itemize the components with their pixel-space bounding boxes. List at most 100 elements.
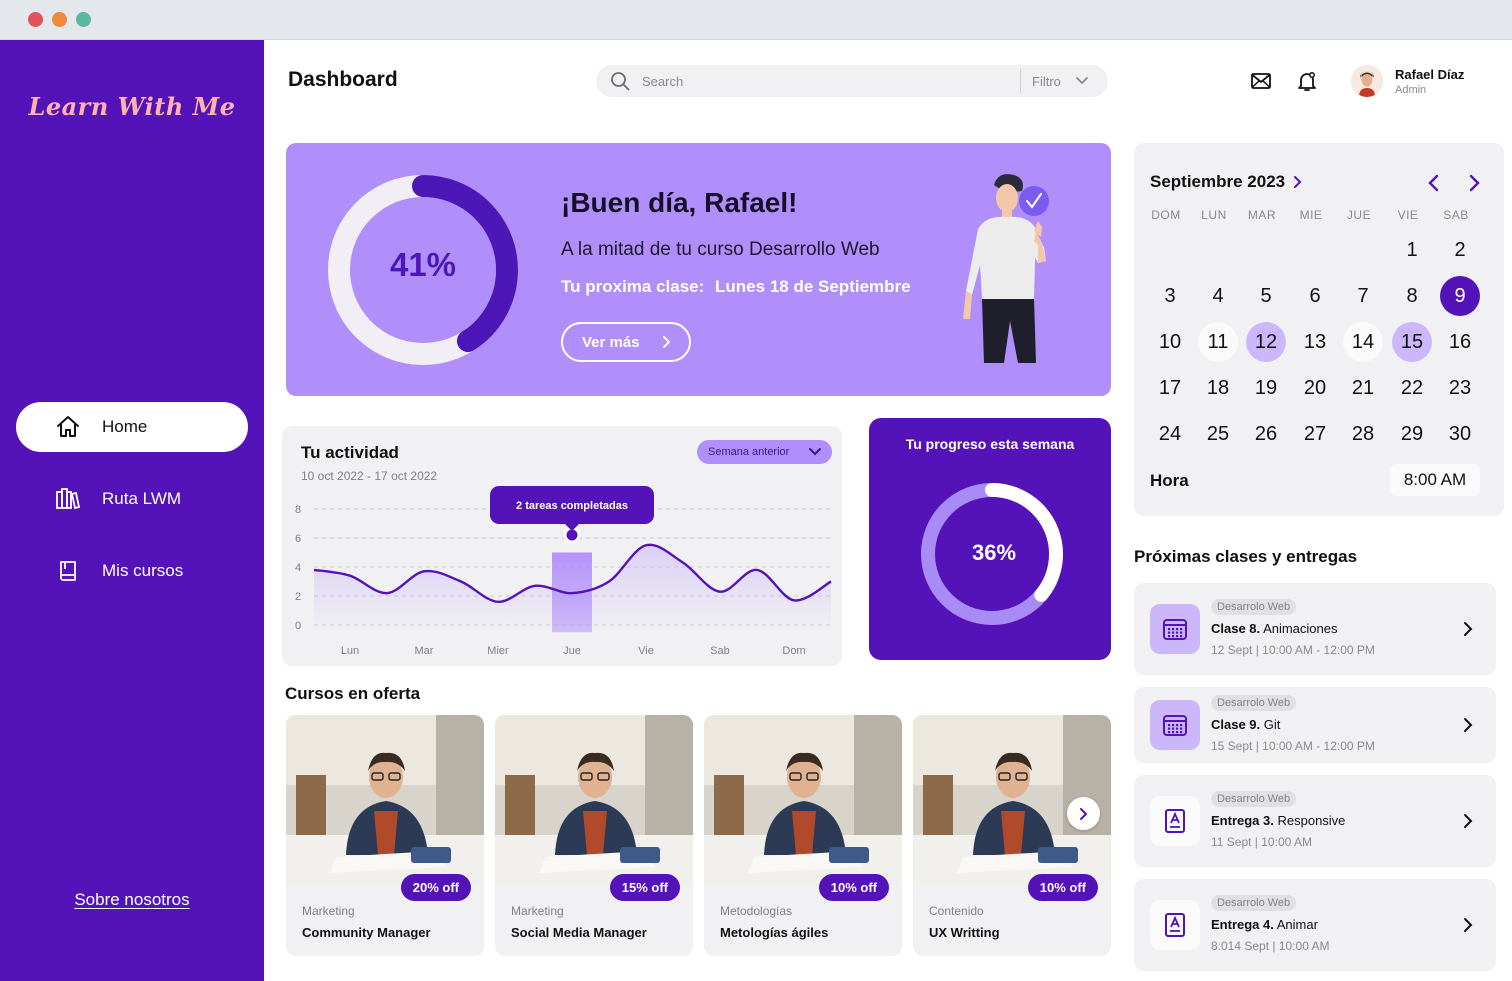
calendar-day[interactable]: 20	[1295, 368, 1335, 408]
weekday-header: VIE	[1397, 208, 1419, 222]
search-input[interactable]	[642, 65, 1012, 97]
upcoming-item[interactable]: Desarrolo Web Clase 8. Animaciones 12 Sept…	[1134, 583, 1496, 675]
filter-label: Filtro	[1032, 73, 1061, 89]
carousel-next-button[interactable]	[1067, 797, 1100, 830]
window-titlebar	[0, 0, 1512, 40]
calendar-day[interactable]: 28	[1343, 414, 1383, 454]
calendar-day[interactable]: 21	[1343, 368, 1383, 408]
x-tick-label: Mier	[487, 645, 509, 657]
calendar-day[interactable]: 17	[1150, 368, 1190, 408]
time-label: Hora	[1150, 471, 1189, 490]
highlight-point[interactable]	[566, 529, 578, 541]
calendar-day[interactable]: 15	[1392, 322, 1432, 362]
courses-section-title: Cursos en oferta	[285, 684, 421, 703]
calendar-prev-icon[interactable]	[1422, 171, 1446, 195]
upcoming-item-name: Entrega 3. Responsive	[1211, 813, 1345, 828]
filter-dropdown[interactable]: Filtro	[1032, 65, 1089, 97]
weekday-header: JUE	[1346, 208, 1372, 222]
calendar-day[interactable]: 11	[1198, 322, 1238, 362]
next-class-label: Tu proxima clase:	[561, 277, 705, 296]
avatar[interactable]	[1351, 65, 1383, 97]
upcoming-item[interactable]: Desarrolo Web Entrega 4. Animar 8:014 Sept…	[1134, 879, 1496, 971]
x-tick-label: Lun	[341, 645, 359, 657]
course-card[interactable]: 10% off Metodologías Metologías ágiles	[704, 715, 902, 956]
calendar-day[interactable]: 9	[1440, 276, 1480, 316]
calendar-icon	[1150, 700, 1200, 750]
calendar-next-icon[interactable]	[1462, 171, 1486, 195]
chevron-right-icon	[1464, 622, 1473, 636]
calendar-day[interactable]: 1	[1392, 230, 1432, 270]
calendar-month-label: Septiembre 2023	[1150, 172, 1286, 191]
calendar-day[interactable]: 27	[1295, 414, 1335, 454]
course-card[interactable]: 20% off Marketing Community Manager	[286, 715, 484, 956]
calendar-day[interactable]: 22	[1392, 368, 1432, 408]
sidebar-item-home[interactable]: Home	[16, 402, 248, 452]
course-card[interactable]: 10% off Contenido UX Writting	[913, 715, 1111, 956]
course-image	[495, 715, 693, 885]
maximize-window-button[interactable]	[76, 12, 91, 27]
see-more-button[interactable]: Ver más	[561, 322, 691, 362]
book-icon	[60, 561, 76, 581]
calendar-day[interactable]: 6	[1295, 276, 1335, 316]
time-value[interactable]: 8:00 AM	[1390, 464, 1480, 496]
user-avatar-icon	[1351, 65, 1383, 97]
weekly-progress-ring	[921, 483, 1063, 625]
calendar-day[interactable]: 16	[1440, 322, 1480, 362]
calendar-day[interactable]: 4	[1198, 276, 1238, 316]
calendar-day[interactable]: 24	[1150, 414, 1190, 454]
mail-icon[interactable]	[1249, 69, 1273, 93]
calendar-day[interactable]: 14	[1343, 322, 1383, 362]
search-icon	[611, 72, 630, 91]
chevron-down-icon	[1075, 77, 1088, 85]
weekday-header: MAR	[1247, 208, 1277, 222]
calendar-day[interactable]: 29	[1392, 414, 1432, 454]
calendar-day[interactable]: 8	[1392, 276, 1432, 316]
calendar-month[interactable]: Septiembre 2023	[1150, 172, 1303, 192]
about-link[interactable]: Sobre nosotros	[0, 890, 264, 910]
course-name: Community Manager	[302, 925, 431, 940]
x-tick-label: Vie	[638, 645, 654, 657]
chevron-right-icon	[1294, 176, 1302, 188]
calendar-day[interactable]: 13	[1295, 322, 1335, 362]
calendar-day[interactable]: 26	[1246, 414, 1286, 454]
x-tick-label: Mar	[415, 645, 434, 657]
upcoming-item-title: Animaciones	[1263, 621, 1338, 636]
calendar-day[interactable]: 23	[1440, 368, 1480, 408]
sidebar-item-label: Ruta LWM	[102, 489, 182, 508]
upcoming-item-name: Clase 9. Git	[1211, 717, 1280, 732]
course-name: Social Media Manager	[511, 925, 647, 940]
sidebar-item-ruta-lwm[interactable]: Ruta LWM	[16, 474, 248, 524]
course-subtitle: A la mitad de tu curso Desarrollo Web	[561, 239, 880, 260]
next-class-value: Lunes 18 de Septiembre	[715, 277, 911, 296]
calendar: Septiembre 2023 Hora 8:00 AM DOM LUN MAR MI…	[1134, 143, 1504, 516]
calendar-day[interactable]: 3	[1150, 276, 1190, 316]
calendar-day[interactable]: 18	[1198, 368, 1238, 408]
upcoming-item-time: 8:014 Sept | 10:00 AM	[1211, 939, 1330, 953]
upcoming-item[interactable]: Desarrolo Web Clase 9. Git 15 Sept | 10:00…	[1134, 687, 1496, 763]
calendar-day[interactable]: 12	[1246, 322, 1286, 362]
calendar-day[interactable]: 7	[1343, 276, 1383, 316]
calendar-day[interactable]: 25	[1198, 414, 1238, 454]
activity-card: Tu actividad 10 oct 2022 - 17 oct 2022 S…	[282, 426, 842, 666]
upcoming-item[interactable]: Desarrolo Web Entrega 3. Responsive 11 Sep…	[1134, 775, 1496, 867]
course-card[interactable]: 15% off Marketing Social Media Manager	[495, 715, 693, 956]
greeting: ¡Buen día, Rafael!	[561, 187, 798, 218]
calendar-day[interactable]: 10	[1150, 322, 1190, 362]
chevron-right-icon	[1079, 807, 1087, 820]
minimize-window-button[interactable]	[52, 12, 67, 27]
course-progress-percent: 41%	[389, 246, 457, 283]
bell-icon[interactable]	[1295, 69, 1319, 93]
calendar-day[interactable]: 5	[1246, 276, 1286, 316]
chevron-right-icon	[1464, 918, 1473, 932]
course-tag: Desarrolo Web	[1211, 791, 1297, 807]
close-window-button[interactable]	[28, 12, 43, 27]
calendar-day[interactable]: 2	[1440, 230, 1480, 270]
calendar-day[interactable]: 19	[1246, 368, 1286, 408]
weekday-header: SAB	[1443, 208, 1469, 222]
calendar-day[interactable]: 30	[1440, 414, 1480, 454]
sidebar-item-mis-cursos[interactable]: Mis cursos	[16, 546, 248, 596]
welcome-banner: 41% ¡Buen día, Rafael! A la mitad de tu …	[286, 143, 1111, 396]
chart-tooltip-text: 2 tareas completadas	[516, 500, 628, 512]
home-icon	[57, 416, 79, 437]
weekday-header: MIE	[1299, 208, 1323, 222]
